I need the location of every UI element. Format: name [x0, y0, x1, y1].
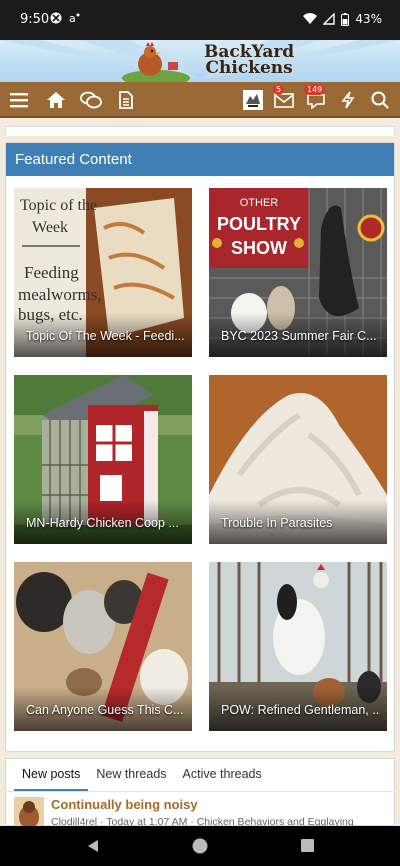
tile-image-text: Week	[32, 219, 68, 236]
featured-tile[interactable]: Topic of the Week Feeding mealworms, bug…	[14, 188, 192, 357]
posts-tabs: New posts New threads Active threads	[14, 759, 270, 791]
featured-tile[interactable]: MN-Hardy Chicken Coop ...	[14, 375, 192, 544]
search-icon[interactable]	[368, 88, 392, 112]
battery-level: 43%	[355, 12, 382, 26]
wifi-icon	[303, 13, 318, 24]
home-icon[interactable]	[44, 88, 68, 112]
featured-tile[interactable]: OTHER POULTRY SHOW BYC 2023 Summer Fair …	[209, 188, 387, 357]
inbox-badge: 5	[273, 84, 285, 95]
featured-content-block: Featured Content Topic of the Week Feedi…	[5, 142, 395, 752]
tile-caption: MN-Hardy Chicken Coop ...	[26, 516, 179, 530]
tile-caption: Can Anyone Guess This C...	[26, 703, 184, 717]
tile-image-text: POULTRY	[217, 214, 301, 234]
featured-tile[interactable]: Trouble In Parasites	[209, 375, 387, 544]
tile-image-text: mealworms,	[18, 285, 102, 304]
forums-icon[interactable]	[79, 88, 103, 112]
tile-caption: POW: Refined Gentleman, ...	[221, 703, 379, 717]
svg-text:a: a	[69, 12, 76, 24]
tile-image-text: SHOW	[231, 238, 287, 258]
main-nav-bar: 5 149	[0, 82, 400, 118]
tab-active-threads[interactable]: Active threads	[175, 759, 270, 791]
tile-image-text: Feeding	[24, 263, 79, 282]
recents-icon[interactable]	[301, 839, 314, 852]
avatar[interactable]	[14, 797, 44, 827]
page-content: Featured Content Topic of the Week Feedi…	[0, 118, 400, 828]
status-bar: 9:50 a 43%	[0, 0, 400, 40]
latest-posts-block: New posts New threads Active threads Con…	[5, 758, 395, 828]
back-icon[interactable]	[88, 840, 98, 852]
featured-tile[interactable]: POW: Refined Gentleman, ...	[209, 562, 387, 731]
chicken-logo-icon	[122, 42, 190, 82]
featured-tile[interactable]: Can Anyone Guess This C...	[14, 562, 192, 731]
tile-image-text: OTHER	[240, 197, 279, 209]
clock: 9:50	[20, 12, 50, 27]
menu-icon[interactable]	[8, 88, 32, 112]
tab-new-posts[interactable]: New posts	[14, 759, 89, 791]
tile-caption: BYC 2023 Summer Fair C...	[221, 329, 377, 343]
tile-image-text: Topic of the	[20, 197, 97, 214]
signal-icon	[323, 13, 336, 25]
site-banner: BackYard Chickens	[0, 40, 400, 82]
system-nav-bar	[0, 826, 400, 866]
whats-new-icon[interactable]	[336, 88, 360, 112]
user-avatar[interactable]	[241, 88, 265, 112]
alerts-badge: 149	[304, 84, 326, 95]
tile-caption: Topic Of The Week - Feedi...	[26, 329, 184, 343]
featured-content-title: Featured Content	[6, 143, 394, 176]
post-title-link[interactable]: Continually being noisy	[51, 797, 198, 812]
articles-icon[interactable]	[114, 88, 138, 112]
tile-caption: Trouble In Parasites	[221, 516, 333, 530]
top-card	[5, 126, 395, 136]
battery-icon	[341, 12, 350, 26]
site-logo[interactable]: BackYard Chickens	[120, 42, 294, 82]
inbox-icon[interactable]: 5	[272, 84, 296, 112]
logo-text-line2: Chickens	[205, 58, 293, 78]
list-item[interactable]: Continually being noisy Clodill4rel · To…	[14, 797, 386, 828]
home-button-icon[interactable]	[192, 838, 208, 854]
tab-new-threads[interactable]: New threads	[88, 759, 174, 791]
alerts-icon[interactable]: 149	[304, 84, 328, 112]
app-notification-icon: a	[69, 12, 80, 24]
xbox-icon	[50, 12, 62, 24]
